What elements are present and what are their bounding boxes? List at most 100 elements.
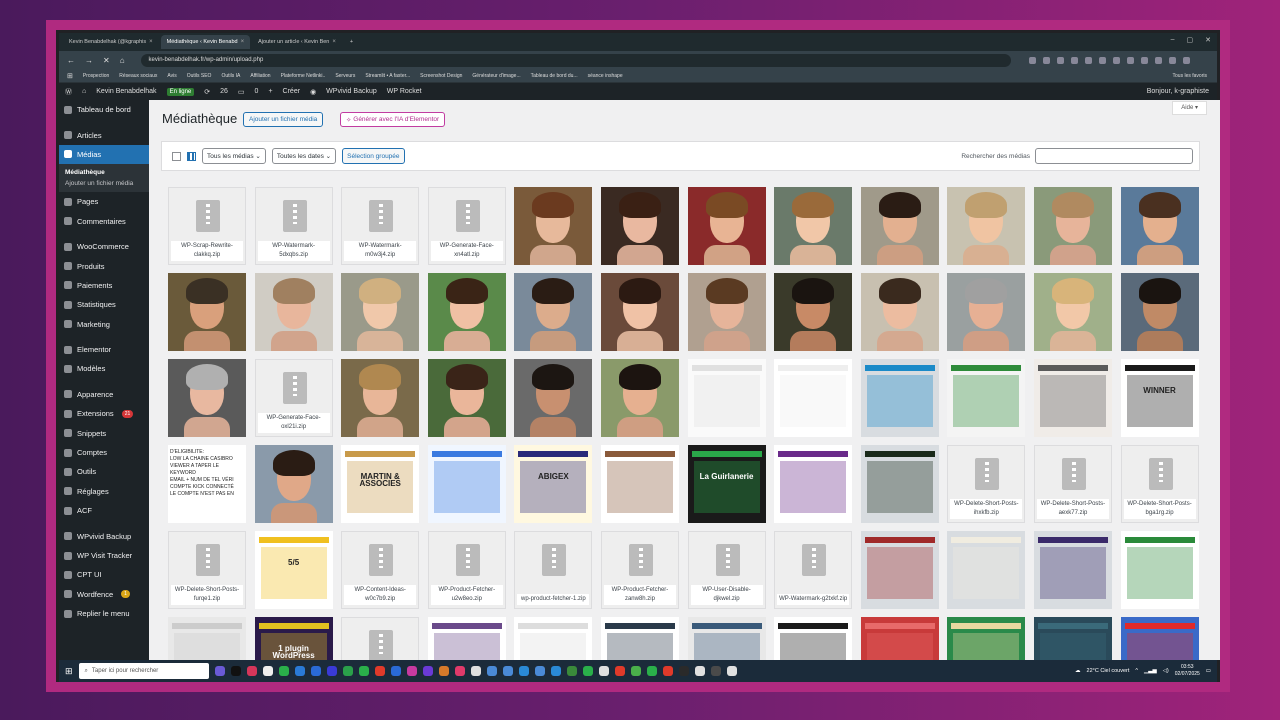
media-item[interactable]: [774, 445, 853, 523]
media-item[interactable]: WP-Delete-Short-Posts-bga1rg.zip: [1120, 445, 1199, 523]
taskbar-app-icon[interactable]: [534, 666, 545, 676]
taskbar-app-icon[interactable]: [278, 666, 289, 676]
all-bookmarks[interactable]: Tous les favoris: [1173, 73, 1207, 79]
media-item[interactable]: WP-Product-Fetcher-zanw8h.zip: [600, 531, 679, 609]
bookmark-item[interactable]: Streamlit • A faster...: [365, 73, 410, 79]
taskbar-app-icon[interactable]: [486, 666, 497, 676]
media-item[interactable]: [1033, 273, 1112, 351]
extension-icon[interactable]: [1056, 56, 1064, 64]
sidebar-item-snippets[interactable]: Snippets: [59, 423, 149, 442]
date-filter[interactable]: Toutes les dates ⌄: [271, 148, 337, 164]
media-item[interactable]: [860, 445, 939, 523]
taskbar-app-icon[interactable]: [614, 666, 625, 676]
media-item[interactable]: [427, 359, 506, 437]
media-item[interactable]: [774, 187, 853, 265]
submenu-item[interactable]: Ajouter un fichier média: [59, 178, 149, 189]
user-greeting[interactable]: Bonjour, k-graphiste: [1147, 88, 1209, 95]
extension-icon[interactable]: [1112, 56, 1120, 64]
ai-generate-button[interactable]: ✧ Générer avec l'IA d'Elementor: [340, 112, 446, 127]
close-icon[interactable]: ×: [149, 39, 153, 45]
taskbar-app-icon[interactable]: [246, 666, 257, 676]
media-item[interactable]: [600, 187, 679, 265]
taskbar-app-icon[interactable]: [374, 666, 385, 676]
extension-icon[interactable]: [1098, 56, 1106, 64]
media-item[interactable]: [1120, 273, 1199, 351]
taskbar-app-icon[interactable]: [630, 666, 641, 676]
site-name[interactable]: Kevin Benabdelhak: [96, 88, 156, 95]
media-item[interactable]: [774, 617, 853, 660]
close-icon[interactable]: ×: [241, 39, 245, 45]
comments-count[interactable]: 0: [255, 88, 259, 95]
grid-view-icon[interactable]: [187, 151, 196, 161]
media-item[interactable]: [341, 273, 420, 351]
media-item[interactable]: WP-Watermark-m0w3j4.zip: [341, 187, 420, 265]
taskbar-app-icon[interactable]: [566, 666, 577, 676]
taskbar-app-icon[interactable]: [326, 666, 337, 676]
media-item[interactable]: MARTIN & ASSOCIES: [341, 445, 420, 523]
media-item[interactable]: [687, 273, 766, 351]
network-icon[interactable]: ▁▃▅: [1144, 668, 1157, 674]
sidebar-item-wp-visit-tracker[interactable]: WP Visit Tracker: [59, 546, 149, 565]
taskbar-app-icon[interactable]: [694, 666, 705, 676]
taskbar-app-icon[interactable]: [470, 666, 481, 676]
updates-count[interactable]: 26: [220, 88, 228, 95]
new-content-link[interactable]: Créer: [283, 88, 301, 95]
apps-grid-icon[interactable]: ⊞: [67, 72, 73, 80]
media-item[interactable]: WINNER: [1120, 359, 1199, 437]
media-item[interactable]: [514, 359, 593, 437]
sidebar-item-cpt-ui[interactable]: CPT UI: [59, 565, 149, 584]
media-item[interactable]: WP-Watermark-g2txkf.zip: [774, 531, 853, 609]
taskbar-app-icon[interactable]: [726, 666, 737, 676]
media-item[interactable]: La Guirlanerie: [687, 445, 766, 523]
sidebar-item-wordfence[interactable]: Wordfence 1: [59, 585, 149, 604]
maximize-icon[interactable]: ▢: [1187, 36, 1194, 44]
media-item[interactable]: [514, 187, 593, 265]
media-item[interactable]: [168, 617, 246, 660]
sidebar-item-woocommerce[interactable]: WooCommerce: [59, 237, 149, 256]
extension-icon[interactable]: [1168, 56, 1176, 64]
media-item[interactable]: [1120, 617, 1199, 660]
media-item[interactable]: WP-Product-Fetcher-u2w8eo.zip: [427, 531, 506, 609]
media-item[interactable]: [947, 187, 1026, 265]
taskbar-app-icon[interactable]: [598, 666, 609, 676]
taskbar-app-icon[interactable]: [390, 666, 401, 676]
comment-icon[interactable]: ▭: [238, 88, 245, 96]
sidebar-item-pages[interactable]: Pages: [59, 192, 149, 211]
taskbar-app-icon[interactable]: [262, 666, 273, 676]
media-item[interactable]: wp-product-fetcher-1.zip: [514, 531, 593, 609]
media-item[interactable]: [947, 617, 1026, 660]
media-item[interactable]: WP-Delete-Short-Posts-aexk77.zip: [1033, 445, 1112, 523]
sidebar-item-acf[interactable]: ACF: [59, 501, 149, 520]
wpvivid-link[interactable]: WPvivid Backup: [326, 88, 377, 95]
taskbar-app-icon[interactable]: [582, 666, 593, 676]
taskbar-app-icon[interactable]: [454, 666, 465, 676]
taskbar-app-icon[interactable]: [550, 666, 561, 676]
stop-icon[interactable]: ✕: [103, 56, 110, 65]
taskbar-app-icon[interactable]: [662, 666, 673, 676]
updates-icon[interactable]: ⟳: [204, 88, 210, 96]
close-icon[interactable]: ×: [332, 39, 336, 45]
extension-icon[interactable]: [1084, 56, 1092, 64]
media-item[interactable]: [687, 359, 766, 437]
media-item[interactable]: [774, 359, 853, 437]
media-item[interactable]: [860, 273, 939, 351]
wordpress-logo-icon[interactable]: Ⓦ: [65, 87, 72, 97]
bookmark-item[interactable]: Affiliation: [250, 73, 270, 79]
bookmark-item[interactable]: Générateur d'image...: [472, 73, 520, 79]
media-item[interactable]: 1 plugin WordPress: [254, 617, 333, 660]
media-item[interactable]: [600, 617, 679, 660]
bulk-select-button[interactable]: Sélection groupée: [342, 148, 405, 164]
sidebar-item-r-glages[interactable]: Réglages: [59, 482, 149, 501]
media-item[interactable]: WP-Delete-Short-Posts-furqe1.zip: [168, 531, 246, 609]
bookmark-item[interactable]: Screenshot Design: [420, 73, 462, 79]
sidebar-item-m-dias[interactable]: Médias: [59, 144, 149, 165]
taskbar-app-icon[interactable]: [438, 666, 449, 676]
bookmark-item[interactable]: Plateforme Netlinki..: [281, 73, 326, 79]
bookmark-item[interactable]: Outils SEO: [187, 73, 212, 79]
bookmark-item[interactable]: Tableau de bord du...: [531, 73, 578, 79]
media-item[interactable]: [860, 617, 939, 660]
media-item[interactable]: [254, 445, 333, 523]
sidebar-item-commentaires[interactable]: Commentaires: [59, 212, 149, 231]
notification-icon[interactable]: ▭: [1206, 668, 1211, 674]
media-item[interactable]: [514, 617, 593, 660]
